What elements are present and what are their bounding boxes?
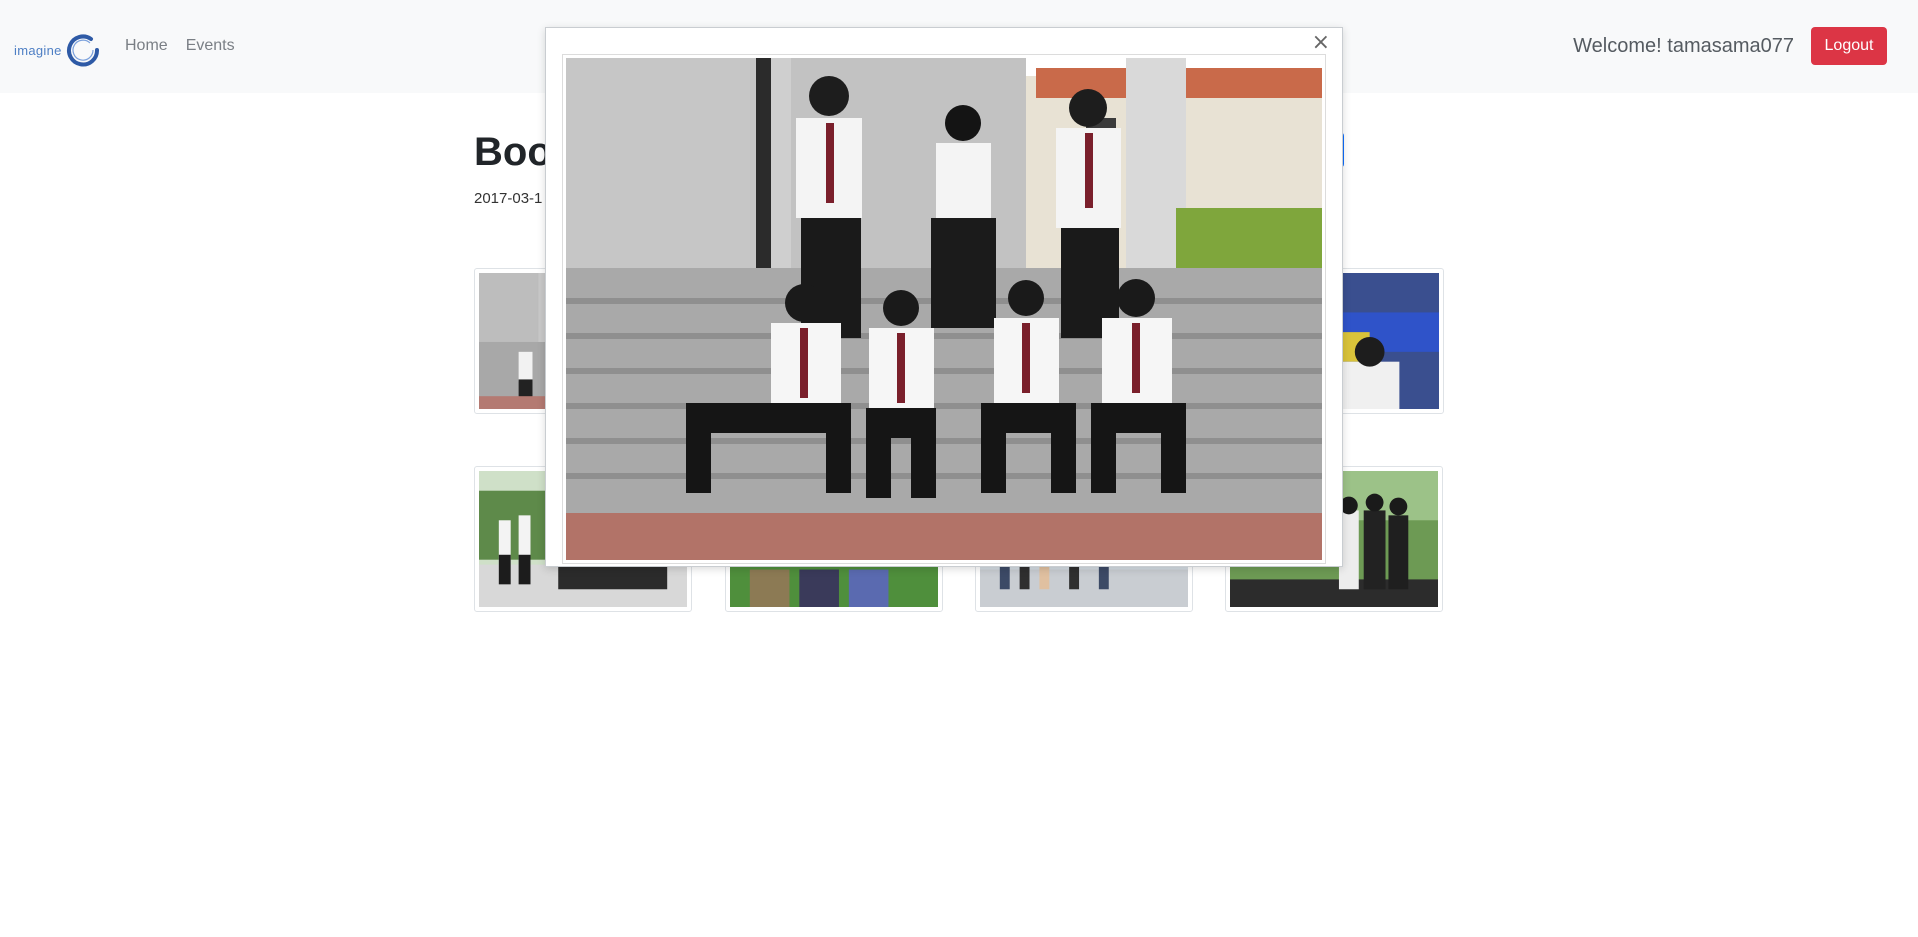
modal-photo — [562, 54, 1326, 564]
brand-logo[interactable]: imagine — [14, 31, 100, 69]
logout-button[interactable]: Logout — [1811, 27, 1887, 65]
modal-close-icon[interactable]: × — [1312, 32, 1330, 54]
event-title: Boo — [474, 130, 552, 174]
brand-text: imagine — [14, 42, 62, 58]
nav-link-events[interactable]: Events — [186, 37, 235, 55]
welcome-message: Welcome! tamasama077 — [1573, 35, 1794, 57]
photo-modal: × — [545, 27, 1343, 567]
nav-links: Home Events — [125, 37, 235, 55]
event-date: 2017-03-1 — [474, 190, 543, 207]
group-photo-image — [566, 58, 1322, 560]
brand-ring-icon — [66, 34, 99, 67]
nav-link-home[interactable]: Home — [125, 37, 168, 55]
